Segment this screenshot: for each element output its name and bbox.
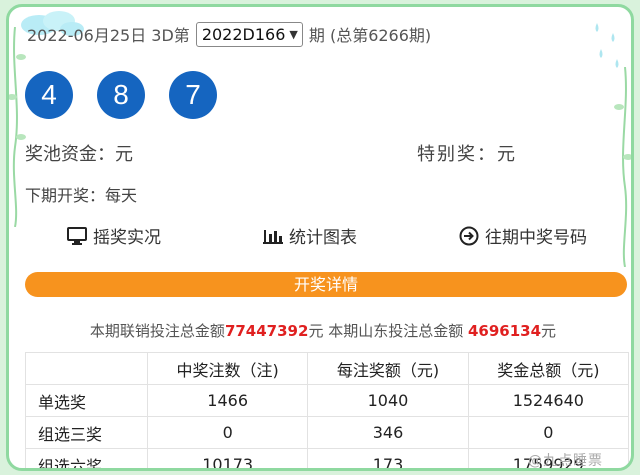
sales-unit: 元 <box>541 322 557 340</box>
table-row: 单选奖 1466 1040 1524640 <box>25 384 630 417</box>
prize-pool: 奖池资金：元 <box>25 144 133 165</box>
prize-total: 1524640 <box>467 384 630 417</box>
sales-prefix: 本期联销投注总金额 <box>89 322 225 340</box>
number-ball: 7 <box>169 71 217 119</box>
prize-per-bet: 346 <box>307 416 469 449</box>
bar-chart-icon <box>263 229 283 244</box>
chevron-down-icon: ▼ <box>289 27 298 41</box>
quick-links: 摇奖实况 统计图表 往期中奖号码 <box>67 223 587 248</box>
issue-suffix: 期 (总第6266期) <box>308 26 432 45</box>
draw-header: 2022-06月25日 3D第 2022D166 ▼ 期 (总第6266期) <box>27 21 431 47</box>
union-sales-total: 77447392 <box>224 322 309 340</box>
number-ball: 8 <box>97 71 145 119</box>
draw-details-button[interactable]: 开奖详情 <box>25 272 627 297</box>
issue-select[interactable]: 2022D166 ▼ <box>195 21 303 47</box>
next-draw: 下期开奖：每天 <box>25 186 138 205</box>
prize-per-bet: 1040 <box>307 384 469 417</box>
history-link[interactable]: 往期中奖号码 <box>459 223 587 248</box>
number-ball: 4 <box>25 71 73 119</box>
prize-level: 单选奖 <box>25 384 148 417</box>
sales-middle: 元 本期山东投注总金额 <box>308 322 468 340</box>
vine-decoration-icon <box>614 67 631 267</box>
draw-date: 2022-06月25日 3D第 <box>27 26 190 45</box>
table-header: 奖金总额（元) <box>467 352 630 385</box>
table-header: 每注奖额（元) <box>307 352 469 385</box>
table-row: 组选三奖 0 346 0 <box>25 416 630 449</box>
prize-per-bet: 173 <box>307 448 469 468</box>
history-label: 往期中奖号码 <box>485 228 587 248</box>
stats-chart-label: 统计图表 <box>289 228 357 248</box>
live-draw-link[interactable]: 摇奖实况 <box>67 223 161 248</box>
prize-total: 0 <box>467 416 630 449</box>
monitor-icon <box>67 226 87 245</box>
winner-count: 1466 <box>146 384 309 417</box>
lottery-panel: 2022-06月25日 3D第 2022D166 ▼ 期 (总第6266期) 4… <box>6 4 634 471</box>
raindrop-decoration-icon <box>595 23 619 68</box>
arrow-circle-right-icon <box>459 226 479 245</box>
watermark: @九点睡票 <box>528 453 603 469</box>
live-draw-label: 摇奖实况 <box>93 228 161 248</box>
table-header <box>25 352 148 385</box>
stats-chart-link[interactable]: 统计图表 <box>263 223 357 248</box>
special-prize: 特别奖：元 <box>417 144 517 165</box>
winning-numbers: 4 8 7 <box>25 71 217 119</box>
winner-count: 10173 <box>146 448 309 468</box>
prize-level: 组选三奖 <box>25 416 148 449</box>
shandong-sales-total: 4696134 <box>467 322 542 340</box>
winner-count: 0 <box>146 416 309 449</box>
table-header: 中奖注数（注) <box>146 352 309 385</box>
issue-value: 2022D166 <box>201 24 286 44</box>
sales-summary: 本期联销投注总金额77447392元 本期山东投注总金额 4696134元 <box>9 320 631 341</box>
table-header-row: 中奖注数（注) 每注奖额（元) 奖金总额（元) <box>25 352 630 385</box>
prize-level: 组选六奖 <box>25 448 148 468</box>
